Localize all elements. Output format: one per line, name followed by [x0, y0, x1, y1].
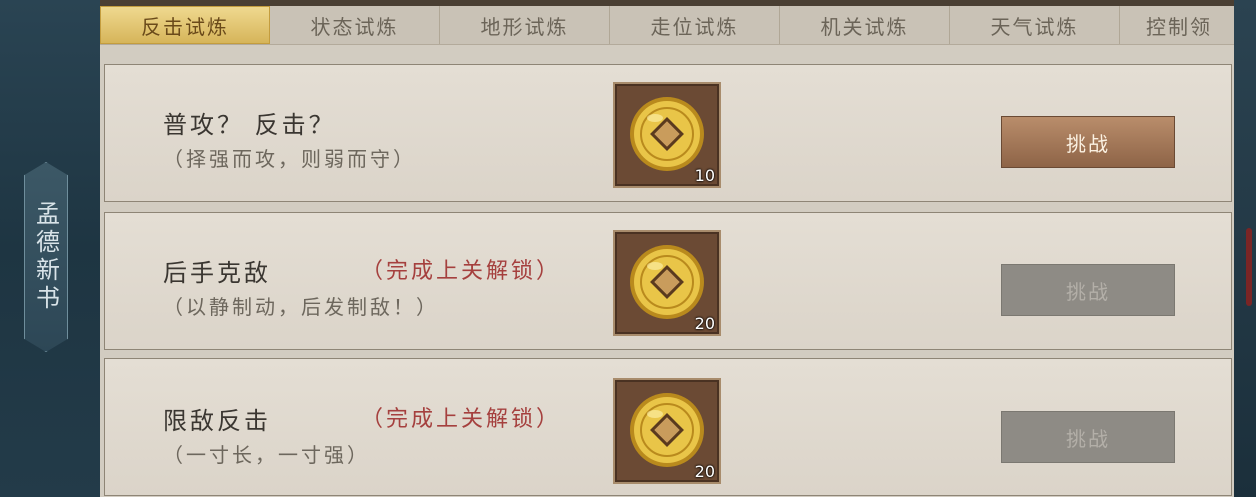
trial-title: 普攻？ 反击？	[163, 111, 336, 139]
reward-count: 10	[694, 166, 715, 185]
reward-slot[interactable]: 20	[613, 378, 721, 484]
trial-subtitle: （择强而攻，则弱而守）	[163, 147, 416, 171]
trial-row: 后手克敌 （完成上关解锁） （以静制动，后发制敌！） 20 挑战	[104, 212, 1232, 350]
trial-row: 普攻？ 反击？ （择强而攻，则弱而守） 10 挑战	[104, 64, 1232, 202]
gold-coin-icon	[630, 393, 704, 467]
trial-title: 后手克敌	[163, 259, 271, 287]
challenge-button-locked[interactable]: 挑战	[1001, 264, 1175, 316]
challenge-button-locked[interactable]: 挑战	[1001, 411, 1175, 463]
trial-panel: 反击试炼 状态试炼 地形试炼 走位试炼 机关试炼 天气试炼 控制领 普攻？ 反击…	[100, 0, 1234, 497]
challenge-button[interactable]: 挑战	[1001, 116, 1175, 168]
tab-counter-trial[interactable]: 反击试炼	[100, 6, 270, 44]
reward-slot[interactable]: 10	[613, 82, 721, 188]
reward-slot[interactable]: 20	[613, 230, 721, 336]
trial-subtitle: （以静制动，后发制敌！）	[163, 295, 439, 319]
tab-movement-trial[interactable]: 走位试炼	[610, 6, 780, 44]
trial-subtitle: （一寸长，一寸强）	[163, 443, 370, 467]
side-tab-label: 孟德新书	[31, 201, 60, 313]
trial-title: 限敌反击	[163, 407, 271, 435]
tab-weather-trial[interactable]: 天气试炼	[950, 6, 1120, 44]
right-background	[1234, 0, 1256, 497]
tab-mechanism-trial[interactable]: 机关试炼	[780, 6, 950, 44]
trial-row: 限敌反击 （完成上关解锁） （一寸长，一寸强） 20 挑战	[104, 358, 1232, 496]
gold-coin-icon	[630, 97, 704, 171]
tab-control-trial[interactable]: 控制领	[1120, 6, 1230, 44]
unlock-hint: （完成上关解锁）	[361, 407, 562, 432]
scrollbar-thumb[interactable]	[1246, 228, 1252, 306]
unlock-hint: （完成上关解锁）	[361, 259, 562, 284]
tab-status-trial[interactable]: 状态试炼	[270, 6, 440, 44]
tab-terrain-trial[interactable]: 地形试炼	[440, 6, 610, 44]
reward-count: 20	[694, 462, 715, 481]
reward-count: 20	[694, 314, 715, 333]
gold-coin-icon	[630, 245, 704, 319]
side-tab-mengde-xinshu[interactable]: 孟德新书	[24, 162, 68, 352]
tab-bar: 反击试炼 状态试炼 地形试炼 走位试炼 机关试炼 天气试炼 控制领	[100, 6, 1234, 45]
